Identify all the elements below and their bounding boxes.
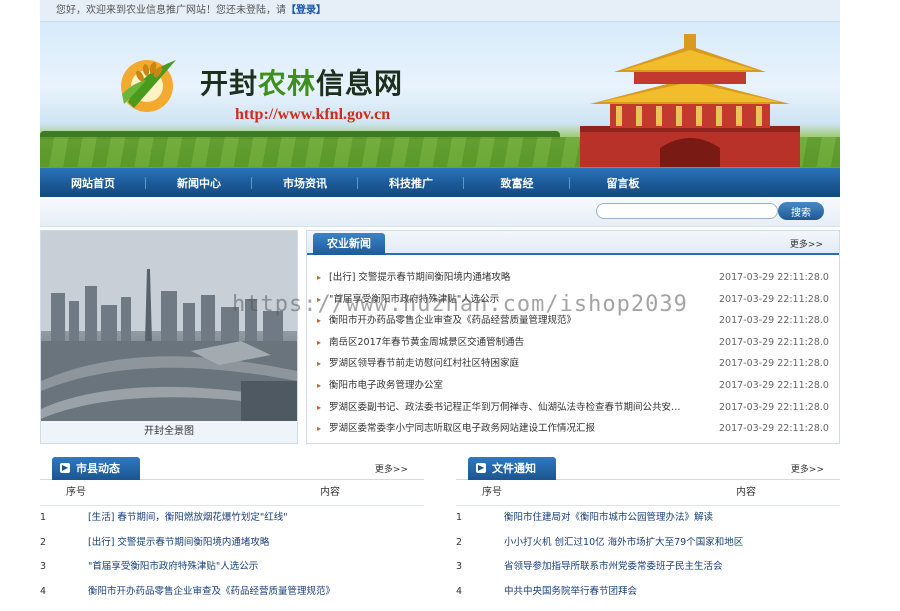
news-item[interactable]: 南岳区2017年春节黄金周城景区交通管制通告 2017-03-29 22:11:2… [307, 332, 839, 354]
documents-table-header: 序号 内容 [456, 480, 840, 506]
news-item[interactable]: 罗湖区领导春节前走访慰问红村社区特困家庭 2017-03-29 22:11:28.… [307, 353, 839, 375]
documents-header: ▶ 文件通知 更多>> [456, 456, 840, 480]
banner: 开封农林信息网 http://www.kfnl.gov.cn [40, 22, 840, 167]
search-button[interactable]: 搜索 [778, 202, 824, 220]
site-title-part1: 开封 [200, 67, 259, 100]
row-number: 1 [40, 512, 47, 523]
news-item[interactable]: [出行] 交警提示春节期间衡阳境内通堵攻略 2017-03-29 22:11:28… [307, 267, 839, 289]
agri-news-header: 农业新闻 更多>> [307, 231, 839, 255]
nav-guestbook[interactable]: 留言板 [570, 175, 676, 191]
county-news-panel: ▶ 市县动态 更多>> 序号 内容 1 [生活] 春节期间，衡阳燃放烟花爆竹划定"红… [40, 456, 424, 611]
news-title: 罗湖区委常委李小宁同志听取区电子政务网站建设工作情况汇报 [329, 423, 596, 435]
news-title: 罗湖区委副书记、政法委书记程正华到万侗禅寺、仙湖弘法寺检查春节期间公共安… [329, 401, 681, 413]
row-title: [出行] 交警提示春节期间衡阳境内通堵攻略 [88, 536, 270, 548]
table-row[interactable]: 4 衡阳市开办药品零售企业审查及《药品经营质量管理规范》 [40, 580, 424, 605]
row-number: 1 [456, 512, 463, 523]
news-title: 衡阳市电子政务管理办公室 [329, 379, 444, 391]
row-title: 衡阳市住建局对《衡阳市城市公园管理办法》解读 [504, 512, 714, 523]
news-item[interactable]: 罗湖区委副书记、政法委书记程正华到万侗禅寺、仙湖弘法寺检查春节期间公共安… 201… [307, 397, 839, 419]
agri-news-list: [出行] 交警提示春节期间衡阳境内通堵攻略 2017-03-29 22:11:28… [307, 255, 839, 440]
tab-county-news-label: 市县动态 [76, 462, 120, 475]
news-date: 2017-03-29 22:11:28.0 [719, 293, 829, 305]
row-title: 中共中央国务院举行春节团拜会 [504, 585, 638, 597]
table-row[interactable]: 4 中共中央国务院举行春节团拜会 [456, 580, 840, 605]
col-header-no: 序号 [482, 487, 502, 498]
tab-county-news[interactable]: ▶ 市县动态 [52, 457, 140, 480]
news-title: 南岳区2017年春节黄金周城景区交通管制通告 [329, 336, 525, 348]
county-news-more-link[interactable]: 更多>> [375, 462, 408, 475]
news-title: "首届享受衡阳市政府特殊津贴"人选公示 [329, 293, 500, 305]
news-title: [出行] 交警提示春节期间衡阳境内通堵攻略 [329, 272, 511, 283]
search-bar: 搜索 [40, 197, 840, 227]
news-date: 2017-03-29 22:11:28.0 [719, 358, 829, 370]
main-nav: 网站首页 新闻中心 市场资讯 科技推广 致富经 留言板 [40, 167, 840, 197]
documents-rows: 1 衡阳市住建局对《衡阳市城市公园管理办法》解读 2 小小打火机 创汇过10亿 海外… [456, 506, 840, 604]
row-number: 4 [456, 585, 463, 597]
nav-market-info[interactable]: 市场资讯 [252, 175, 358, 191]
gate-tower-icon [580, 34, 800, 167]
row-title: "首届享受衡阳市政府特殊津贴"人选公示 [88, 561, 259, 572]
login-link[interactable]: 【登录】 [286, 5, 326, 16]
nav-news-center[interactable]: 新闻中心 [146, 175, 252, 191]
news-date: 2017-03-29 22:11:28.0 [719, 315, 829, 327]
city-photo-panel: 开封全景图 [40, 230, 298, 444]
tab-agri-news[interactable]: 农业新闻 [313, 233, 385, 255]
row-title: [生活] 春节期间，衡阳燃放烟花爆竹划定"红线" [88, 512, 288, 523]
col-header-content: 内容 [320, 487, 340, 498]
top-bar: 您好，欢迎来到农业信息推广网站！您还未登陆，请【登录】 [40, 0, 840, 22]
agri-news-panel: 农业新闻 更多>> [出行] 交警提示春节期间衡阳境内通堵攻略 2017-03-2… [306, 230, 840, 444]
table-row[interactable]: 1 [生活] 春节期间，衡阳燃放烟花爆竹划定"红线" [40, 506, 424, 531]
table-row[interactable]: 3 省领导参加指导所联系市州党委常委班子民主生活会 [456, 555, 840, 580]
row-title: 省领导参加指导所联系市州党委常委班子民主生活会 [504, 561, 723, 572]
news-title: 衡阳市开办药品零售企业审查及《药品经营质量管理规范》 [329, 315, 577, 327]
row-number: 2 [456, 536, 463, 548]
arrow-right-icon: ▶ [60, 463, 70, 473]
news-item[interactable]: 罗湖区委常委李小宁同志听取区电子政务网站建设工作情况汇报 2017-03-29 2… [307, 418, 839, 440]
col-header-content: 内容 [736, 487, 756, 498]
news-date: 2017-03-29 22:11:28.0 [719, 379, 829, 391]
site-url: http://www.kfnl.gov.cn [235, 106, 391, 123]
documents-panel: ▶ 文件通知 更多>> 序号 内容 1 衡阳市住建局对《衡阳市城市公园管理办法》解读… [456, 456, 840, 611]
tab-documents-label: 文件通知 [492, 462, 536, 475]
county-news-header: ▶ 市县动态 更多>> [40, 456, 424, 480]
row-number: 3 [40, 561, 47, 572]
news-date: 2017-03-29 22:11:28.0 [719, 272, 829, 283]
city-photo[interactable] [41, 231, 297, 421]
nav-home[interactable]: 网站首页 [40, 175, 146, 191]
arrow-right-icon: ▶ [476, 463, 486, 473]
col-header-no: 序号 [66, 487, 86, 498]
row-number: 4 [40, 585, 47, 597]
search-input[interactable] [596, 203, 778, 219]
site-title-highlight: 农林 [258, 67, 317, 100]
row-number: 2 [40, 536, 47, 548]
documents-more-link[interactable]: 更多>> [791, 462, 824, 475]
news-date: 2017-03-29 22:11:28.0 [719, 336, 829, 348]
site-logo-icon [121, 60, 176, 112]
welcome-text: 您好，欢迎来到农业信息推广网站！您还未登陆，请 [56, 5, 286, 16]
row-title: 小小打火机 创汇过10亿 海外市场扩大至79个国家和地区 [504, 536, 744, 548]
table-row[interactable]: 2 [出行] 交警提示春节期间衡阳境内通堵攻略 [40, 531, 424, 556]
agri-news-more-link[interactable]: 更多>> [790, 237, 823, 250]
nav-tech-promotion[interactable]: 科技推广 [358, 175, 464, 191]
county-news-rows: 1 [生活] 春节期间，衡阳燃放烟花爆竹划定"红线" 2 [出行] 交警提示春节期间… [40, 506, 424, 604]
tab-documents[interactable]: ▶ 文件通知 [468, 457, 556, 480]
city-skyline-image [41, 231, 297, 421]
row-number: 3 [456, 561, 463, 572]
nav-wealth[interactable]: 致富经 [464, 175, 570, 191]
table-row[interactable]: 2 小小打火机 创汇过10亿 海外市场扩大至79个国家和地区 [456, 531, 840, 556]
news-item[interactable]: "首届享受衡阳市政府特殊津贴"人选公示 2017-03-29 22:11:28.0 [307, 289, 839, 311]
county-news-table-header: 序号 内容 [40, 480, 424, 506]
news-date: 2017-03-29 22:11:28.0 [719, 423, 829, 435]
table-row[interactable]: 1 衡阳市住建局对《衡阳市城市公园管理办法》解读 [456, 506, 840, 531]
page: 您好，欢迎来到农业信息推广网站！您还未登陆，请【登录】 开封农林信息网 http… [40, 0, 840, 611]
table-row[interactable]: 3 "首届享受衡阳市政府特殊津贴"人选公示 [40, 555, 424, 580]
news-item[interactable]: 衡阳市电子政务管理办公室 2017-03-29 22:11:28.0 [307, 375, 839, 397]
photo-caption: 开封全景图 [144, 426, 194, 437]
news-date: 2017-03-29 22:11:28.0 [719, 401, 829, 413]
news-title: 罗湖区领导春节前走访慰问红村社区特困家庭 [329, 358, 520, 370]
row-title: 衡阳市开办药品零售企业审查及《药品经营质量管理规范》 [88, 585, 336, 597]
news-item[interactable]: 衡阳市开办药品零售企业审查及《药品经营质量管理规范》 2017-03-29 22:… [307, 310, 839, 332]
site-title: 开封农林信息网 [200, 62, 403, 102]
site-title-part3: 信息网 [316, 67, 404, 100]
